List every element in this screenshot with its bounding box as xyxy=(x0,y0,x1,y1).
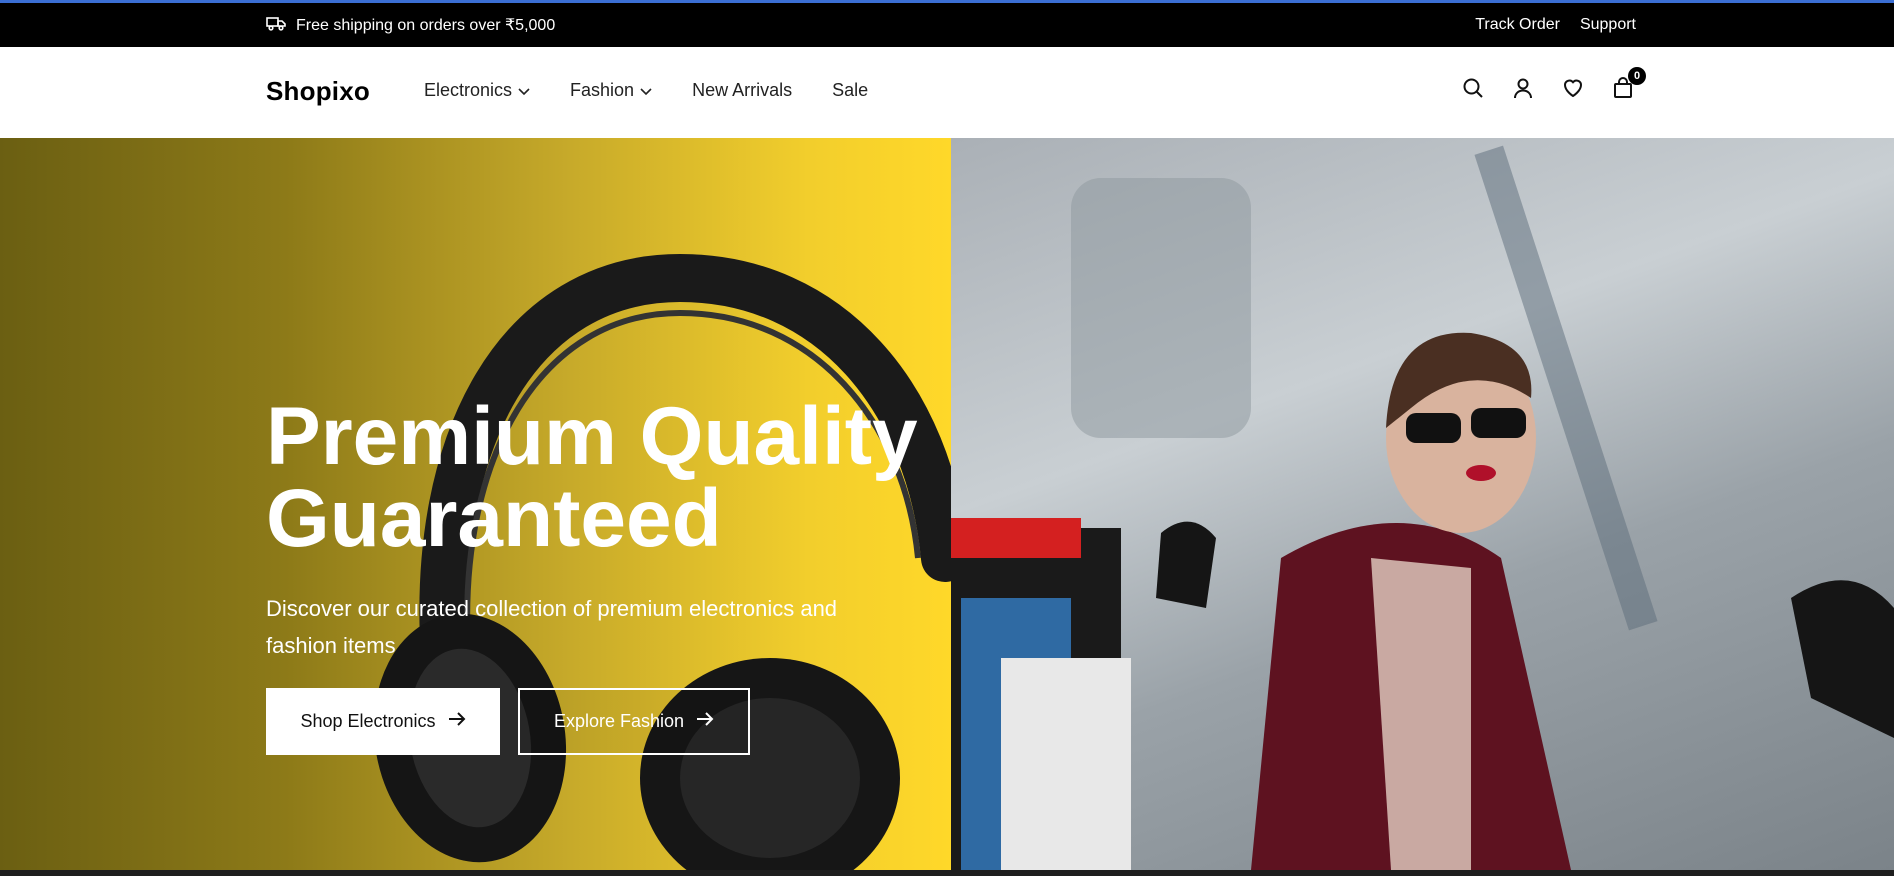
header-icons: 0 xyxy=(1462,67,1646,99)
arrow-right-icon xyxy=(696,711,714,732)
search-icon[interactable] xyxy=(1462,77,1484,99)
support-link[interactable]: Support xyxy=(1580,16,1636,34)
chevron-down-icon xyxy=(518,80,530,101)
announcement-bar: Free shipping on orders over ₹5,000 Trac… xyxy=(0,3,1894,47)
nav-label: Electronics xyxy=(424,80,513,100)
nav-label: New Arrivals xyxy=(692,80,793,100)
hero-banner: Premium Quality Guaranteed Discover our … xyxy=(0,138,1894,870)
hero-title: Premium Quality Guaranteed xyxy=(266,391,918,564)
nav-item-new-arrivals[interactable]: New Arrivals xyxy=(692,80,792,101)
track-order-link[interactable]: Track Order xyxy=(1475,16,1560,34)
nav-item-electronics[interactable]: Electronics xyxy=(424,80,530,101)
hero-image-fashion xyxy=(951,138,1894,870)
truck-icon xyxy=(266,15,286,36)
nav-label: Sale xyxy=(832,80,869,100)
cart-icon[interactable]: 0 xyxy=(1612,67,1646,99)
fashion-model-illustration xyxy=(951,145,1894,870)
hero-subtitle: Discover our curated collection of premi… xyxy=(266,596,838,658)
button-label: Shop Electronics xyxy=(300,711,436,731)
chevron-down-icon xyxy=(640,80,652,101)
hero-content: Premium Quality Guaranteed Discover our … xyxy=(266,396,966,664)
announcement-text: Free shipping on orders over ₹5,000 xyxy=(296,17,556,34)
main-menu: Electronics Fashion New Arrivals Sale xyxy=(424,80,868,101)
nav-label: Fashion xyxy=(570,80,635,100)
main-navbar: Shopixo Electronics Fashion New Arrivals… xyxy=(0,47,1894,138)
heart-icon[interactable] xyxy=(1562,77,1584,99)
nav-item-sale[interactable]: Sale xyxy=(832,80,868,101)
nav-item-fashion[interactable]: Fashion xyxy=(570,80,652,101)
button-label: Explore Fashion xyxy=(553,711,685,731)
logo[interactable]: Shopixo xyxy=(266,76,370,107)
arrow-right-icon xyxy=(448,711,466,732)
shop-electronics-button[interactable]: Shop Electronics xyxy=(266,688,500,755)
cart-count-badge: 0 xyxy=(1628,67,1646,85)
page-bottom-edge xyxy=(0,870,1894,876)
explore-fashion-button[interactable]: Explore Fashion xyxy=(518,688,750,755)
user-icon[interactable] xyxy=(1512,77,1534,99)
hero-cta-group: Shop Electronics Explore Fashion xyxy=(266,688,750,755)
announcement: Free shipping on orders over ₹5,000 xyxy=(266,15,555,36)
